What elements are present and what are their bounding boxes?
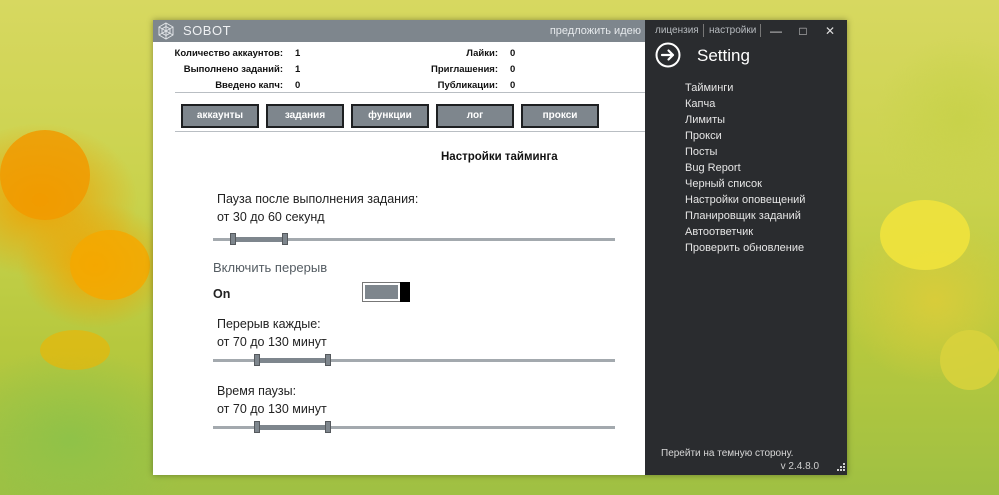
- pause-value: от 30 до 60 секунд: [217, 210, 325, 224]
- break-toggle[interactable]: [362, 282, 410, 302]
- window-controls: лицензия настройки — □ ✕: [645, 20, 847, 42]
- stat-label: Выполнено заданий:: [183, 64, 283, 75]
- stat-value: 0: [510, 64, 516, 75]
- menu-item-timings[interactable]: Тайминги: [685, 80, 805, 96]
- background-flower: [0, 130, 90, 220]
- break-enable-label: Включить перерыв: [213, 260, 328, 275]
- section-title: Настройки тайминга: [441, 151, 558, 163]
- menu-item-proxy[interactable]: Прокси: [685, 128, 805, 144]
- tab-proxy[interactable]: прокси: [521, 104, 599, 128]
- main-window: SOBOT предложить идею Количество аккаунт…: [153, 20, 847, 475]
- stat-value: 1: [295, 48, 301, 59]
- stat-label: Приглашения:: [431, 64, 498, 75]
- tab-functions[interactable]: функции: [351, 104, 429, 128]
- minimize-icon[interactable]: —: [765, 22, 787, 40]
- menu-item-posts[interactable]: Посты: [685, 144, 805, 160]
- menu-item-notifications[interactable]: Настройки оповещений: [685, 192, 805, 208]
- menu-item-limits[interactable]: Лимиты: [685, 112, 805, 128]
- background-flower: [70, 230, 150, 300]
- arrow-right-circle-icon[interactable]: [655, 42, 681, 68]
- menu-item-captcha[interactable]: Капча: [685, 96, 805, 112]
- interval-range-slider[interactable]: [213, 354, 615, 366]
- menu-item-blacklist[interactable]: Черный список: [685, 176, 805, 192]
- title-bar[interactable]: SOBOT предложить идею: [153, 20, 645, 42]
- settings-menu: Тайминги Капча Лимиты Прокси Посты Bug R…: [685, 80, 805, 256]
- tab-log[interactable]: лог: [436, 104, 514, 128]
- settings-title: Setting: [697, 46, 750, 65]
- stat-row: Выполнено заданий: 1: [173, 62, 307, 78]
- settings-link[interactable]: настройки: [709, 25, 756, 36]
- separator: [703, 24, 704, 37]
- tab-accounts[interactable]: аккаунты: [181, 104, 259, 128]
- menu-item-scheduler[interactable]: Планировщик заданий: [685, 208, 805, 224]
- app-title: SOBOT: [183, 23, 232, 38]
- break-state-label: On: [213, 287, 231, 301]
- suggest-idea-link[interactable]: предложить идею: [550, 25, 641, 37]
- duration-value: от 70 до 130 минут: [217, 402, 327, 416]
- version-label: v 2.4.8.0: [780, 461, 819, 472]
- interval-value: от 70 до 130 минут: [217, 335, 327, 349]
- slider-thumb-min[interactable]: [254, 421, 261, 433]
- maximize-icon[interactable]: □: [792, 22, 814, 40]
- stats-left: Количество аккаунтов: 1 Выполнено заданий…: [173, 46, 307, 94]
- settings-panel: лицензия настройки — □ ✕ Setting Тайминг…: [645, 20, 847, 475]
- pause-label: Пауза после выполнения задания:: [217, 192, 419, 206]
- background-flower: [40, 330, 110, 370]
- stat-row: Количество аккаунтов: 1: [173, 46, 307, 62]
- slider-thumb-max[interactable]: [324, 354, 331, 366]
- toggle-fill: [365, 285, 398, 299]
- interval-label: Перерыв каждые:: [217, 317, 321, 331]
- stat-label: Лайки:: [466, 48, 498, 59]
- duration-label: Время паузы:: [217, 384, 297, 398]
- slider-range: [233, 237, 286, 242]
- slider-thumb-max[interactable]: [324, 421, 331, 433]
- divider: [175, 92, 645, 93]
- menu-item-check-update[interactable]: Проверить обновление: [685, 240, 805, 256]
- slider-range: [257, 358, 328, 363]
- slider-thumb-max[interactable]: [282, 233, 289, 245]
- menu-item-bug-report[interactable]: Bug Report: [685, 160, 805, 176]
- stat-value: 1: [295, 64, 301, 75]
- dark-side-link[interactable]: Перейти на темную сторону.: [661, 448, 793, 459]
- spider-web-logo-icon: [158, 22, 174, 40]
- pause-range-slider[interactable]: [213, 233, 615, 245]
- duration-range-slider[interactable]: [213, 421, 615, 433]
- divider: [175, 131, 645, 132]
- stat-row: Приглашения: 0: [408, 62, 522, 78]
- menu-item-autoresponder[interactable]: Автоответчик: [685, 224, 805, 240]
- toggle-knob: [400, 282, 410, 302]
- resize-grip-icon[interactable]: [835, 463, 845, 473]
- tab-tasks[interactable]: задания: [266, 104, 344, 128]
- license-link[interactable]: лицензия: [655, 25, 699, 36]
- tab-bar: аккаунты задания функции лог прокси: [181, 104, 599, 128]
- slider-range: [257, 425, 328, 430]
- slider-thumb-min[interactable]: [230, 233, 237, 245]
- stat-value: 0: [510, 48, 516, 59]
- separator: [760, 24, 761, 37]
- stats-right: Лайки: 0 Приглашения: 0 Публикации: 0: [408, 46, 522, 94]
- stat-label: Количество аккаунтов:: [174, 48, 283, 59]
- slider-thumb-min[interactable]: [254, 354, 261, 366]
- background-flower: [880, 200, 970, 270]
- stat-row: Лайки: 0: [408, 46, 522, 62]
- close-icon[interactable]: ✕: [819, 22, 841, 40]
- background-flower: [940, 330, 999, 390]
